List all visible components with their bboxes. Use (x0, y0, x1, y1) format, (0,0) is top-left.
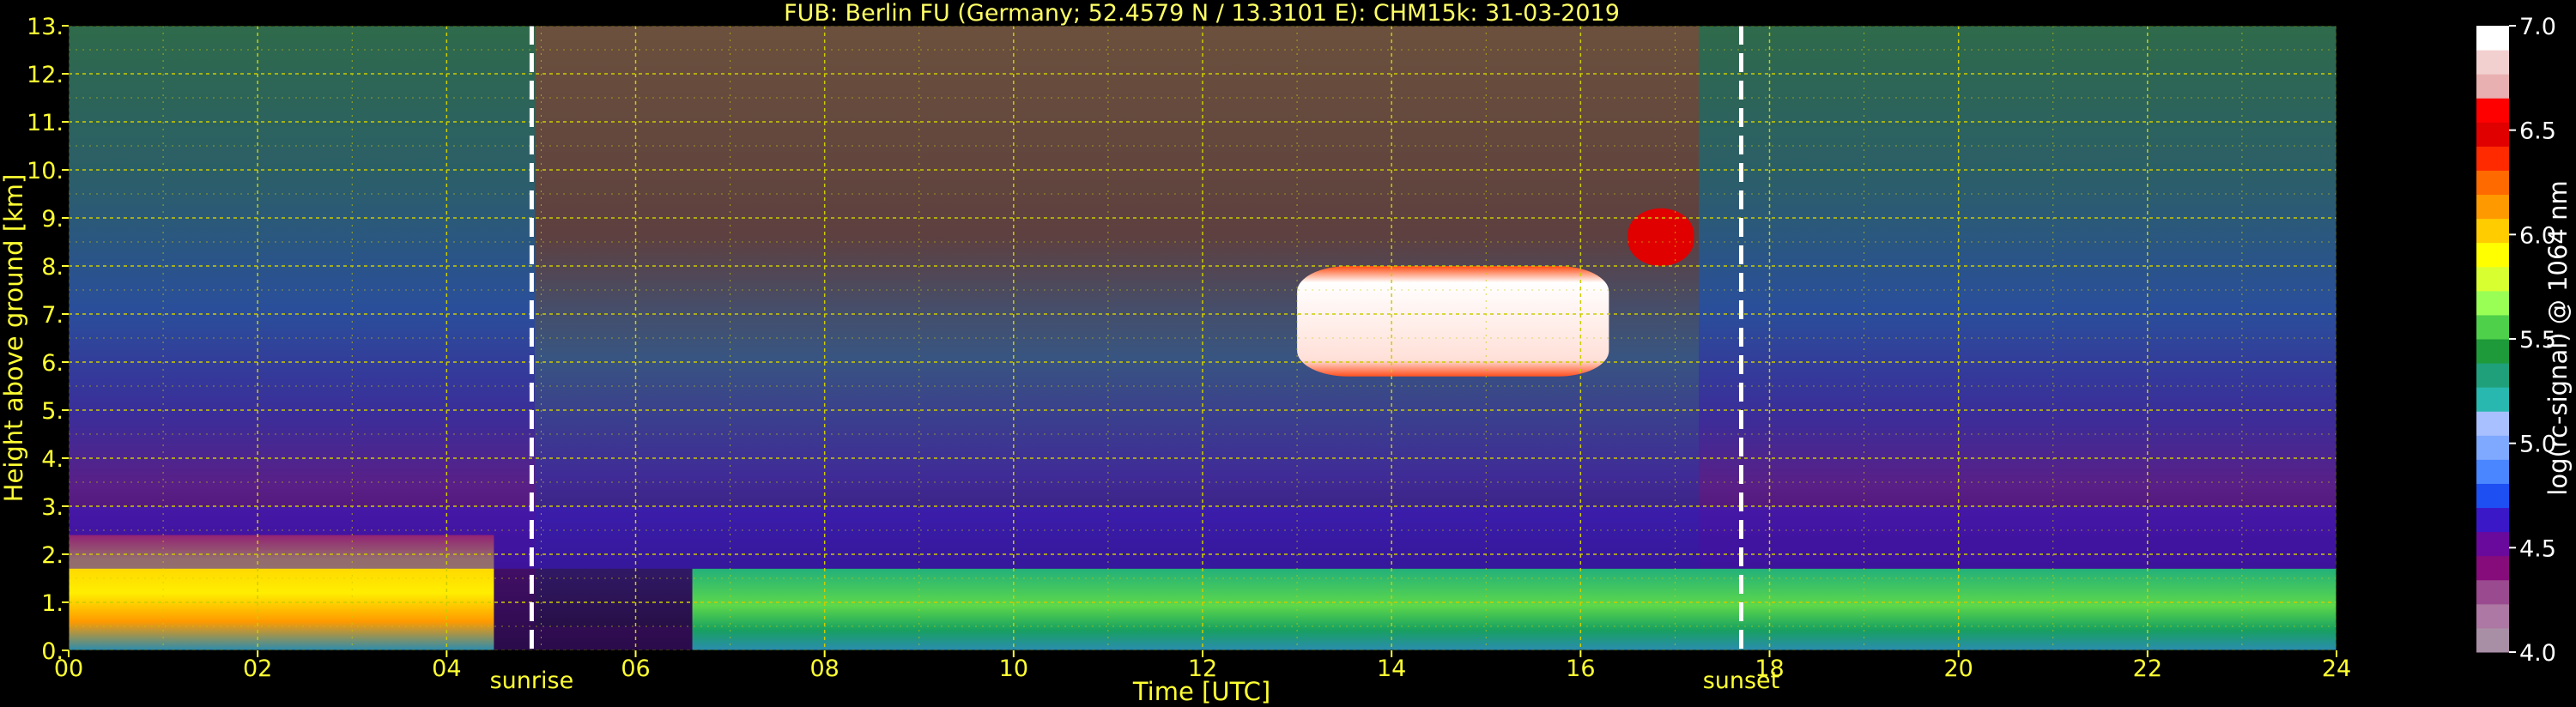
x-tick-label: 24 (2322, 656, 2351, 682)
colorbar-swatch (2476, 218, 2509, 244)
colorbar-swatch (2476, 363, 2509, 388)
y-tick-label: 7. (41, 302, 64, 329)
colorbar-swatch (2476, 627, 2509, 653)
y-axis-ticks: 0. 1. 2. 3. 4. 5. 6. 7. 8. 9. 10. 11. 12. 13. (27, 14, 69, 665)
x-tick-label: 16 (1566, 656, 1595, 682)
colorbar-swatch (2476, 507, 2509, 533)
plot-area (69, 26, 2337, 650)
colorbar-swatch (2476, 531, 2509, 557)
colorbar-label: log(rc-signal) @ 1064 nm (2543, 180, 2573, 495)
colorbar-swatch (2476, 411, 2509, 436)
region-boundary-layer-aerosol (692, 568, 2337, 650)
x-tick-label: 22 (2133, 656, 2162, 682)
colorbar-swatch (2476, 194, 2509, 220)
y-tick-label: 2. (41, 542, 64, 569)
colorbar-swatch (2476, 170, 2509, 196)
colorbar-swatch (2476, 98, 2509, 123)
sunset-label: sunset (1703, 668, 1780, 694)
y-tick-label: 0. (41, 638, 64, 665)
chart-title: FUB: Berlin FU (Germany; 52.4579 N / 13.… (784, 0, 1620, 27)
colorbar-tick-label: 4.0 (2519, 640, 2556, 667)
x-tick-label: 06 (621, 656, 650, 682)
colorbar-swatch (2476, 603, 2509, 629)
x-tick-label: 04 (432, 656, 461, 682)
x-tick-label: 20 (1943, 656, 1973, 682)
x-tick-label: 14 (1377, 656, 1406, 682)
colorbar: 4.04.55.05.56.06.57.0 log(rc-signal) @ 1… (2476, 14, 2573, 667)
colorbar-swatch (2476, 314, 2509, 340)
colorbar-swatch (2476, 122, 2509, 147)
y-tick-label: 6. (41, 350, 64, 377)
y-tick-label: 4. (41, 446, 64, 473)
colorbar-swatch (2476, 555, 2509, 581)
colorbar-tick-label: 4.5 (2519, 535, 2556, 562)
sunrise-label: sunrise (490, 668, 574, 694)
x-tick-label: 08 (809, 656, 839, 682)
colorbar-swatch (2476, 50, 2509, 75)
y-axis-label: Height above ground [km] (0, 174, 28, 503)
colorbar-swatch (2476, 74, 2509, 99)
colorbar-swatch (2476, 146, 2509, 171)
colorbar-swatch (2476, 290, 2509, 316)
y-tick-label: 11. (27, 110, 64, 136)
y-tick-label: 3. (41, 494, 64, 521)
y-tick-label: 1. (41, 590, 64, 617)
y-tick-label: 5. (41, 398, 64, 425)
colorbar-swatch (2476, 387, 2509, 412)
y-tick-label: 9. (41, 206, 64, 233)
y-tick-label: 8. (41, 254, 64, 281)
x-axis-label: Time [UTC] (1132, 677, 1270, 706)
region-cloud-fragments (1627, 208, 1694, 266)
x-tick-label: 02 (243, 656, 272, 682)
y-tick-label: 10. (27, 158, 64, 184)
colorbar-swatches (2476, 26, 2509, 653)
colorbar-swatch (2476, 266, 2509, 292)
colorbar-swatch (2476, 579, 2509, 605)
x-tick-label: 10 (999, 656, 1028, 682)
colorbar-swatch (2476, 435, 2509, 460)
colorbar-tick-label: 7.0 (2519, 14, 2556, 40)
chart-canvas: FUB: Berlin FU (Germany; 52.4579 N / 13.… (0, 0, 2573, 706)
colorbar-tick-label: 6.5 (2519, 118, 2556, 145)
colorbar-swatch (2476, 459, 2509, 484)
colorbar-swatch (2476, 26, 2509, 51)
colorbar-swatch (2476, 242, 2509, 268)
region-cirrus-cloud (1297, 266, 1609, 377)
y-tick-label: 12. (27, 62, 64, 88)
colorbar-swatch (2476, 483, 2509, 509)
colorbar-swatch (2476, 339, 2509, 364)
y-tick-label: 13. (27, 14, 64, 40)
